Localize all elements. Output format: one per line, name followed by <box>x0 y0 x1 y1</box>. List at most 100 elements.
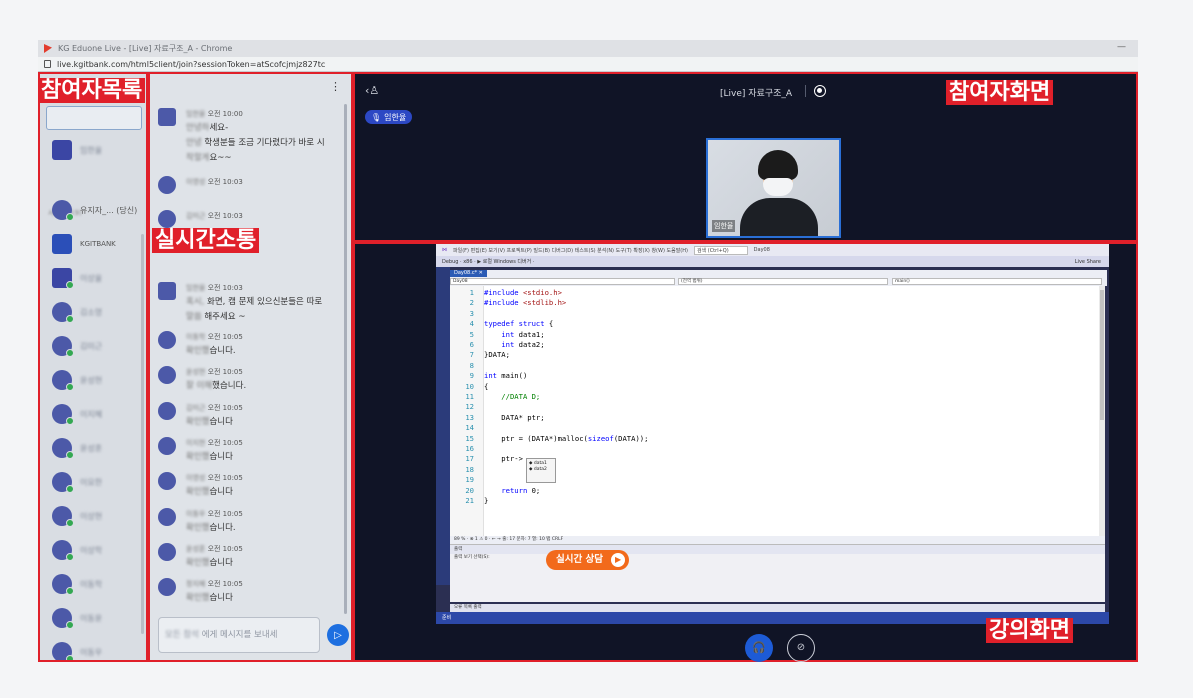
message-text-visible: 학생분들 조금 기다렸다가 바로 시 <box>204 138 325 148</box>
message-header: 김미근 오전 10:03 <box>186 211 243 221</box>
chat-message-input[interactable]: 모든 참석 에게 메시지를 보내세 <box>158 617 320 653</box>
record-icon[interactable] <box>814 85 826 97</box>
live-consult-button[interactable]: 실시간 상담 ▶ <box>546 550 630 570</box>
avatar <box>52 608 74 629</box>
message-time: 오전 10:03 <box>207 284 243 292</box>
message-text-visible: 습니다 <box>209 593 233 603</box>
participant-name: KGITBANK <box>80 240 116 248</box>
code-line: 11 //DATA D; <box>450 392 540 402</box>
message-text: 확인했습니다 <box>186 450 233 462</box>
participant-item[interactable]: 김미근 <box>52 336 102 357</box>
ide-scope-dropdown: (전역 범위) <box>678 278 888 285</box>
line-number: 20 <box>465 485 474 495</box>
participant-name: 이지혜 <box>80 409 103 419</box>
participant-item[interactable]: 이상율 <box>52 268 102 289</box>
participant-item[interactable]: 김소영 <box>52 302 102 323</box>
message-text: 확인했습니다. <box>186 344 236 356</box>
avatar <box>52 506 74 527</box>
code-line: 14 <box>450 423 484 433</box>
participant-item[interactable]: 이지혜 <box>52 404 103 425</box>
camera-off-icon[interactable]: ⊘ <box>787 634 815 662</box>
message-time: 오전 10:05 <box>207 439 243 447</box>
chat-scrollbar[interactable] <box>344 104 347 614</box>
headset-icon[interactable]: 🎧 <box>745 634 773 662</box>
autocomplete-popup: ◆ data1 ◆ data2 <box>526 458 556 483</box>
code-text: #include <stdio.h> <box>484 288 562 297</box>
code-text: DATA* ptr; <box>484 412 545 422</box>
line-number: 19 <box>465 475 474 485</box>
code-text: int main() <box>484 371 528 381</box>
sender-name: 이영성 <box>186 474 206 482</box>
play-arrow-icon: ▶ <box>611 553 626 567</box>
avatar <box>158 176 176 194</box>
line-number: 1 <box>469 288 474 297</box>
participant-item[interactable]: 윤성훈 <box>52 438 102 459</box>
send-button[interactable]: ▷ <box>327 624 349 646</box>
message-time: 오전 10:03 <box>207 212 243 220</box>
participant-item[interactable]: 이동우 <box>52 642 102 660</box>
message-text-blurred: 작할게 <box>186 153 210 163</box>
participants-panel: 임한율 사용자(19) 유지자_... (당신) KGITBANK 이상율 김소… <box>38 72 148 662</box>
participant-item[interactable]: 이동학 <box>52 574 103 595</box>
message-text-visible: 습니다 <box>209 452 233 462</box>
message-text: 잘 이해했습니다. <box>186 379 246 391</box>
participant-item[interactable]: 이상현 <box>52 506 103 527</box>
message-text-blurred: 확인했 <box>186 452 210 462</box>
ide-scrollbar <box>1099 286 1105 536</box>
webcam-video[interactable]: 임한율 <box>706 138 841 238</box>
ide-tab-bar: Day08.c* ✕ Day08 (전역 범위) main() <box>450 270 1107 286</box>
speaker-name: 임한율 <box>384 112 407 122</box>
participant-name: 이동학 <box>80 579 103 589</box>
participant-item[interactable]: 윤성현 <box>52 370 102 391</box>
message-time: 오전 10:05 <box>207 474 243 482</box>
message-time: 오전 10:00 <box>207 110 243 118</box>
message-text-visible: 습니다 <box>209 487 233 497</box>
participant-name: 이상현 <box>80 511 103 521</box>
participant-item[interactable]: 임한율 <box>52 140 102 160</box>
participant-item[interactable]: 이요한 <box>52 472 102 493</box>
online-indicator <box>66 655 74 660</box>
avatar <box>158 331 176 349</box>
ide-function-dropdown: main() <box>892 278 1102 285</box>
sender-name: 이동우 <box>186 510 206 518</box>
sender-name: 윤성훈 <box>186 545 206 553</box>
code-line: 5 int data1; <box>450 330 545 340</box>
more-vertical-icon[interactable]: ⋮ <box>330 80 341 93</box>
ide-live-share: Live Share <box>1074 258 1101 265</box>
line-number: 5 <box>469 329 474 339</box>
participants-all-users[interactable] <box>46 106 142 130</box>
code-line: 3 <box>450 309 484 319</box>
line-number: 11 <box>465 392 474 401</box>
message-text: 작할게요~~ <box>186 151 232 163</box>
message-header: 이영성 오전 10:03 <box>186 177 243 187</box>
participants-toggle-icon[interactable]: ‹♙ <box>365 84 379 97</box>
code-line: 15 ptr = (DATA*)malloc(sizeof(DATA)); <box>450 434 648 444</box>
participant-item[interactable]: 이상학 <box>52 540 103 561</box>
address-bar[interactable]: live.kgitbank.com/html5client/join?sessi… <box>38 57 1138 72</box>
avatar <box>158 282 176 300</box>
code-line: 8 <box>450 361 484 371</box>
participant-name: 이동윤 <box>80 613 103 623</box>
ide-file-tab: Day08.c* ✕ <box>450 270 487 277</box>
line-number: 18 <box>465 464 474 474</box>
line-number: 7 <box>469 350 474 360</box>
message-text-visible: 화면, 캠 문제 있으신분들은 따로 <box>207 297 323 307</box>
line-number: 4 <box>469 319 474 329</box>
line-number: 3 <box>469 308 474 318</box>
participant-item-self[interactable]: 유지자_... (당신) <box>52 200 137 221</box>
message-text-blurred: 말씀 <box>186 312 202 322</box>
avatar <box>52 268 74 289</box>
avatar <box>52 200 74 221</box>
participant-item[interactable]: 이동윤 <box>52 608 103 629</box>
code-line: 9 int main() <box>450 371 528 381</box>
sender-name: 김미근 <box>186 212 206 220</box>
participant-name: 이상학 <box>80 545 103 555</box>
url-text[interactable]: live.kgitbank.com/html5client/join?sessi… <box>57 60 325 69</box>
avatar <box>158 578 176 596</box>
participants-scrollbar[interactable] <box>141 234 144 634</box>
minimize-button[interactable]: — <box>1117 42 1126 52</box>
code-line: 4 typedef struct { <box>450 319 554 329</box>
participant-item[interactable]: KGITBANK <box>52 234 116 254</box>
sender-name: 김미근 <box>186 404 206 412</box>
autocomplete-label: data2 <box>533 467 547 472</box>
